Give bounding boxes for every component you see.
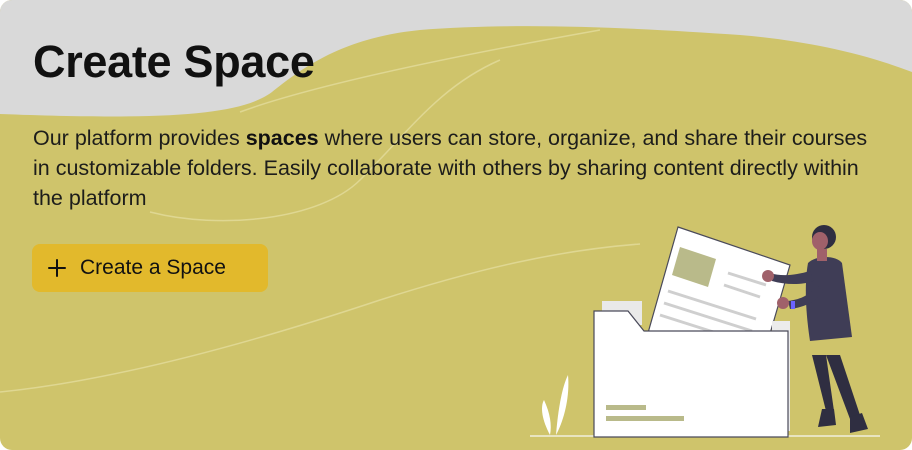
folder-label-line-1	[606, 405, 646, 410]
create-space-button[interactable]: Create a Space	[32, 244, 268, 292]
plant-leaf-left	[542, 400, 551, 435]
plant-leaf-right	[556, 375, 569, 435]
page-title: Create Space	[33, 36, 315, 87]
create-space-card: Create Space Our platform provides space…	[0, 0, 912, 450]
description-text-start: Our platform provides	[33, 126, 246, 150]
create-space-button-label: Create a Space	[80, 256, 226, 279]
folder-label-line-2	[606, 416, 684, 421]
plus-icon	[46, 257, 68, 279]
person-filing-documents-illustration	[530, 225, 880, 438]
description-highlight: spaces	[245, 126, 319, 150]
page-description: Our platform provides spaces where users…	[33, 123, 883, 213]
